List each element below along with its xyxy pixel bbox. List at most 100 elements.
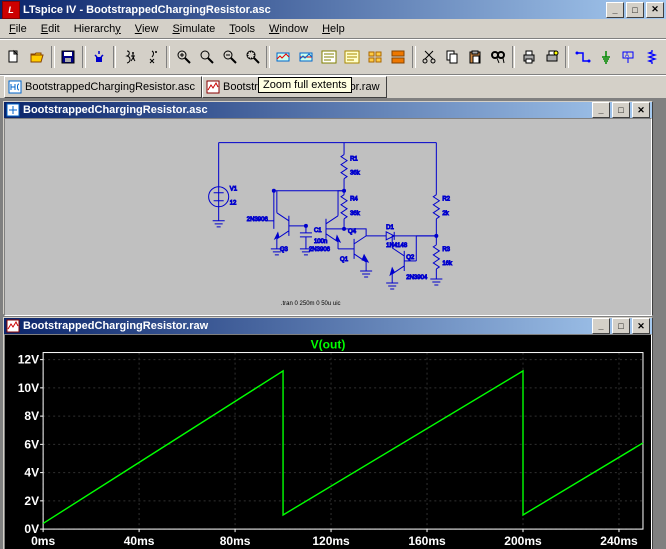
waveform-maximize-button[interactable]: □ <box>612 318 630 334</box>
schematic-icon <box>6 103 20 117</box>
schematic-titlebar: BootstrappedChargingResistor.asc _ □ ✕ <box>4 102 652 118</box>
label-net-button[interactable]: A <box>617 45 640 69</box>
r2-value: 2k <box>442 211 449 217</box>
waveform-icon <box>6 319 20 333</box>
schematic-maximize-button[interactable]: □ <box>612 102 630 118</box>
menubar: File Edit Hierarchy View Simulate Tools … <box>0 19 666 39</box>
r1-label: R1 <box>350 157 358 163</box>
schematic-title: BootstrappedChargingResistor.asc <box>23 104 590 116</box>
q1-label: Q1 <box>340 257 349 263</box>
d1-label: D1 <box>386 225 394 231</box>
main-titlebar: L LTspice IV - BootstrappedChargingResis… <box>0 0 666 19</box>
svg-text:240ms: 240ms <box>600 534 638 548</box>
toolbar: A <box>0 39 666 75</box>
q2-label: Q2 <box>406 255 415 261</box>
svg-text:8V: 8V <box>24 409 39 423</box>
q2-model: 2N3904 <box>406 275 428 281</box>
print-setup-button[interactable] <box>540 45 563 69</box>
new-schematic-button[interactable] <box>3 45 26 69</box>
copy-button[interactable] <box>441 45 464 69</box>
waveform-title: BootstrappedChargingResistor.raw <box>23 320 590 332</box>
svg-text:80ms: 80ms <box>220 534 251 548</box>
print-button[interactable] <box>517 45 540 69</box>
save-button[interactable] <box>57 45 80 69</box>
r1-value: 36k <box>350 171 361 177</box>
close-button[interactable]: ✕ <box>646 2 664 18</box>
halt-button[interactable] <box>141 45 164 69</box>
mdi-area: BootstrappedChargingResistor.asc _ □ ✕ <box>0 99 666 549</box>
app-icon: L <box>2 1 20 19</box>
menu-window[interactable]: Window <box>262 21 315 37</box>
v1-label: V1 <box>230 187 238 193</box>
tab-waveform-prefix: Bootstr <box>223 81 258 93</box>
run-button[interactable] <box>118 45 141 69</box>
r4-label: R4 <box>350 197 358 203</box>
menu-edit[interactable]: Edit <box>34 21 67 37</box>
svg-text:4V: 4V <box>24 466 39 480</box>
place-resistor-button[interactable] <box>640 45 663 69</box>
waveform-canvas[interactable]: 12V10V8V6V4V2V0V0ms40ms80ms120ms160ms200… <box>4 334 652 549</box>
maximize-button[interactable]: □ <box>626 2 644 18</box>
menu-simulate[interactable]: Simulate <box>165 21 222 37</box>
paste-button[interactable] <box>464 45 487 69</box>
minimize-button[interactable]: _ <box>606 2 624 18</box>
svg-text:2V: 2V <box>24 494 39 508</box>
schematic-icon <box>8 80 22 94</box>
find-button[interactable] <box>487 45 510 69</box>
spice-directive: .tran 0 250m 0 50u uic <box>281 301 341 307</box>
r4-value: 36k <box>350 211 361 217</box>
svg-text:0ms: 0ms <box>31 534 55 548</box>
open-button[interactable] <box>26 45 49 69</box>
d1-value: 1N4148 <box>386 243 408 249</box>
schematic-canvas[interactable]: V1 12 R1 36k R4 36k <box>4 118 652 316</box>
svg-text:160ms: 160ms <box>408 534 446 548</box>
menu-file[interactable]: File <box>2 21 34 37</box>
schematic-minimize-button[interactable]: _ <box>592 102 610 118</box>
document-tabs: BootstrappedChargingResistor.asc Bootstr… <box>0 75 666 99</box>
svg-text:200ms: 200ms <box>504 534 542 548</box>
waveform-close-button[interactable]: ✕ <box>632 318 650 334</box>
waveform-titlebar: BootstrappedChargingResistor.raw _ □ ✕ <box>4 318 652 334</box>
r3-value: 16k <box>442 261 453 267</box>
autorange-button[interactable] <box>272 45 295 69</box>
log-button[interactable] <box>318 45 341 69</box>
r3-label: R3 <box>442 247 450 253</box>
tab-schematic[interactable]: BootstrappedChargingResistor.asc <box>4 76 202 98</box>
waveform-window: BootstrappedChargingResistor.raw _ □ ✕ 1… <box>3 317 653 549</box>
zoom-extents-button[interactable] <box>241 45 264 69</box>
place-ground-button[interactable] <box>594 45 617 69</box>
zoom-out-button[interactable] <box>218 45 241 69</box>
place-wire-button[interactable] <box>571 45 594 69</box>
tile-button[interactable] <box>387 45 410 69</box>
waveform-icon <box>206 80 220 94</box>
q4-label: Q4 <box>348 229 357 235</box>
tooltip: Zoom full extents <box>258 77 352 93</box>
window-title: LTspice IV - BootstrappedChargingResisto… <box>23 4 604 16</box>
zoom-in-button[interactable] <box>172 45 195 69</box>
menu-hierarchy[interactable]: Hierarchy <box>67 21 128 37</box>
q3-model: 2N3906 <box>247 217 269 223</box>
tab-schematic-label: BootstrappedChargingResistor.asc <box>25 81 195 93</box>
q1-model: 2N3906 <box>309 247 331 253</box>
cut-button[interactable] <box>418 45 441 69</box>
menu-tools[interactable]: Tools <box>222 21 262 37</box>
menu-help[interactable]: Help <box>315 21 352 37</box>
c1-label: C1 <box>314 228 322 234</box>
c1-value: 100n <box>314 239 327 245</box>
pan-button[interactable] <box>195 45 218 69</box>
svg-text:V(out): V(out) <box>311 338 346 352</box>
svg-text:6V: 6V <box>24 437 39 451</box>
q3-label: Q3 <box>280 247 289 253</box>
pick-visible-button[interactable] <box>364 45 387 69</box>
svg-text:40ms: 40ms <box>124 534 155 548</box>
autorange-y-button[interactable] <box>295 45 318 69</box>
v1-value: 12 <box>230 201 237 207</box>
waveform-minimize-button[interactable]: _ <box>592 318 610 334</box>
netlist-button[interactable] <box>341 45 364 69</box>
schematic-window: BootstrappedChargingResistor.asc _ □ ✕ <box>3 101 653 315</box>
schematic-close-button[interactable]: ✕ <box>632 102 650 118</box>
svg-text:10V: 10V <box>18 381 39 395</box>
control-panel-button[interactable] <box>88 45 111 69</box>
menu-view[interactable]: View <box>128 21 166 37</box>
svg-text:120ms: 120ms <box>312 534 350 548</box>
